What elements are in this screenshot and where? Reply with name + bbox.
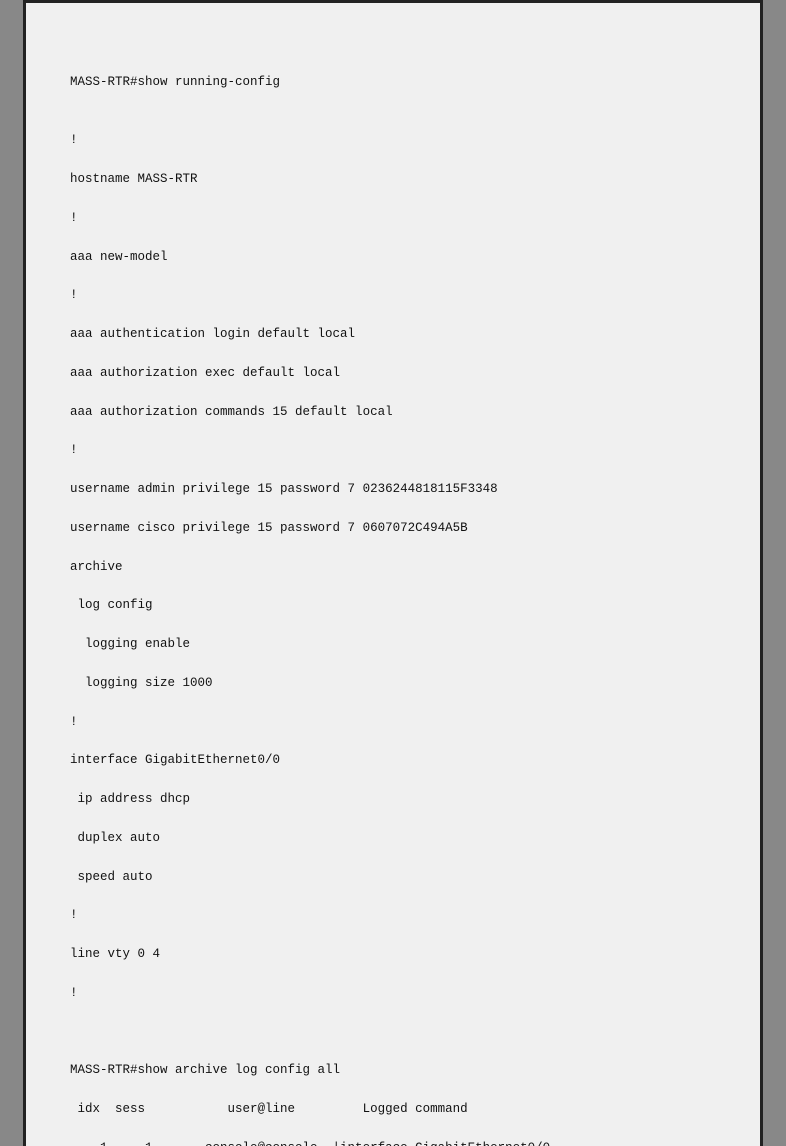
line-ip-address: ip address dhcp [70, 792, 190, 806]
line-logging-enable: logging enable [70, 637, 190, 651]
line-aaa-auth-exec: aaa authorization exec default local [70, 366, 340, 380]
line-speed: speed auto [70, 870, 153, 884]
line-log-config: log config [70, 598, 153, 612]
line-excl-1: ! [70, 133, 78, 147]
prompt-1: MASS-RTR#show running-config [70, 75, 280, 89]
line-line-vty: line vty 0 4 [70, 947, 160, 961]
line-aaa-auth-cmds: aaa authorization commands 15 default lo… [70, 405, 393, 419]
line-username-cisco: username cisco privilege 15 password 7 0… [70, 521, 468, 535]
terminal-content: MASS-RTR#show running-config ! hostname … [40, 54, 746, 1146]
line-aaa-new-model: aaa new-model [70, 250, 168, 264]
terminal-window: MASS-RTR#show running-config ! hostname … [23, 0, 763, 1146]
archive-row-1: 1 1 console@console |interface GigabitEt… [70, 1141, 550, 1146]
line-excl-7: ! [70, 986, 78, 1000]
line-excl-4: ! [70, 443, 78, 457]
line-logging-size: logging size 1000 [70, 676, 213, 690]
line-interface: interface GigabitEthernet0/0 [70, 753, 280, 767]
line-excl-2: ! [70, 211, 78, 225]
line-username-admin: username admin privilege 15 password 7 0… [70, 482, 498, 496]
line-archive: archive [70, 560, 123, 574]
line-excl-6: ! [70, 908, 78, 922]
archive-header: idx sess user@line Logged command [70, 1102, 468, 1116]
line-hostname: hostname MASS-RTR [70, 172, 198, 186]
prompt-2: MASS-RTR#show archive log config all [70, 1063, 340, 1077]
line-duplex: duplex auto [70, 831, 160, 845]
line-excl-5: ! [70, 715, 78, 729]
line-excl-3: ! [70, 288, 78, 302]
line-aaa-auth-login: aaa authentication login default local [70, 327, 355, 341]
